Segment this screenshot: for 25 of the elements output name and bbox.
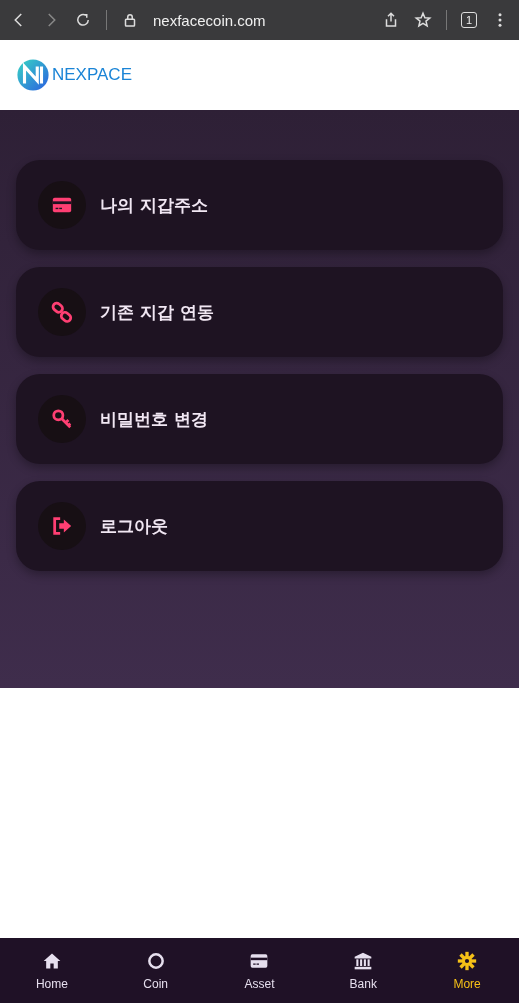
logo-icon [16, 58, 50, 92]
bank-icon [353, 950, 374, 971]
link-icon [51, 301, 73, 323]
logout-icon [51, 515, 73, 537]
menu-card[interactable]: 로그아웃 [16, 481, 503, 571]
menu-card[interactable]: 나의 지갑주소 [16, 160, 503, 250]
reload-icon[interactable] [74, 11, 92, 29]
menu-label: 로그아웃 [100, 514, 168, 538]
menu-label: 기존 지갑 연동 [100, 300, 214, 324]
url-field[interactable]: nexfacecoin.com [153, 11, 368, 29]
menu-label: 나의 지갑주소 [100, 193, 208, 217]
circle-icon [145, 950, 166, 971]
nav-item[interactable]: Coin [103, 938, 208, 1003]
nav-item[interactable]: Home [0, 938, 104, 1003]
menu-card[interactable]: 비밀번호 변경 [16, 374, 503, 464]
nav-item[interactable]: More [415, 938, 519, 1003]
star-icon[interactable] [414, 11, 432, 29]
gear-icon [457, 950, 478, 971]
nav-item[interactable]: Bank [311, 938, 416, 1003]
menu-card[interactable]: 기존 지갑 연동 [16, 267, 503, 357]
key-icon [51, 408, 73, 430]
tab-count[interactable]: 1 [461, 12, 477, 28]
nav-item[interactable]: Asset [207, 938, 312, 1003]
brand-name: NEXPACE [52, 65, 132, 85]
menu-label: 비밀번호 변경 [100, 407, 208, 431]
